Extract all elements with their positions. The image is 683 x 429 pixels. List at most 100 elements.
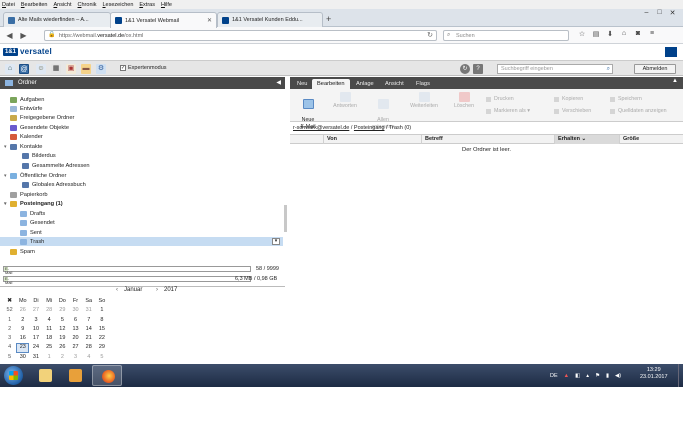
calendar-day[interactable]: 20 <box>69 334 82 343</box>
calendar-day[interactable]: 27 <box>69 343 82 352</box>
calendar-day[interactable]: 7 <box>82 316 95 325</box>
mail-search-input[interactable]: Suchbegriff eingeben ⌕ <box>497 64 613 74</box>
mail-icon[interactable]: @ <box>19 64 29 74</box>
calendar-day[interactable]: 5 <box>95 353 108 362</box>
taskbar-clock[interactable]: 13:29 23.01.2017 <box>640 367 668 381</box>
menu-datei[interactable]: Datei <box>2 2 15 8</box>
calendar-day[interactable]: 4 <box>82 353 95 362</box>
menu-chronik[interactable]: Chronik <box>78 2 97 8</box>
calendar-day[interactable]: 8 <box>95 316 108 325</box>
column-from[interactable]: Von <box>323 135 423 144</box>
taskbar-firefox[interactable] <box>92 365 122 386</box>
calendar-day[interactable]: 2 <box>16 316 29 325</box>
reply-button[interactable]: Antworten <box>330 92 360 110</box>
calendar-close-icon[interactable]: ✖ <box>3 297 16 306</box>
download-icon[interactable]: ⬇ <box>603 30 617 38</box>
folder-sent[interactable]: Sent <box>20 228 42 237</box>
calendar-day[interactable]: 29 <box>95 343 108 352</box>
column-size[interactable]: Größe <box>619 135 683 144</box>
column-received[interactable]: Erhalten ⌄ <box>554 135 619 144</box>
calendar-day[interactable]: 1 <box>43 353 56 362</box>
tray-adobe-icon[interactable]: ▲ <box>564 373 569 379</box>
calendar-day[interactable]: 4 <box>43 316 56 325</box>
tab-flags[interactable]: Flags <box>411 79 435 89</box>
calendar-day[interactable]: 16 <box>16 334 29 343</box>
calendar-day[interactable]: 21 <box>82 334 95 343</box>
collapse-ribbon-icon[interactable]: ▲ <box>672 78 678 84</box>
calendar-day[interactable]: 15 <box>95 325 108 334</box>
settings-gear-icon[interactable]: ⚙ <box>96 64 106 74</box>
address-card-icon[interactable]: ▦ <box>51 64 61 74</box>
calendar-day[interactable]: 27 <box>29 306 42 315</box>
calendar-day[interactable]: 17 <box>29 334 42 343</box>
folder-trash[interactable]: Trash ▾ <box>0 237 283 246</box>
calendar-day[interactable]: 26 <box>16 306 29 315</box>
browser-tab-3[interactable]: 1&1 Versatel Kunden Eddu... <box>217 12 323 27</box>
folder-bilderdus[interactable]: Bilderdus <box>22 151 56 160</box>
taskbar-media-player[interactable] <box>60 365 90 386</box>
tray-flag-icon[interactable]: ⚑ <box>595 373 600 379</box>
folder-icon[interactable]: ▬ <box>81 64 91 74</box>
calendar-day[interactable]: 1 <box>95 306 108 315</box>
collapse-panel-icon[interactable]: ◀ <box>276 77 281 89</box>
calendar-day[interactable]: 13 <box>69 325 82 334</box>
tray-expand-icon[interactable]: ▴ <box>586 373 589 379</box>
calendar-day[interactable]: 25 <box>43 343 56 352</box>
new-tab-icon[interactable]: + <box>326 14 331 24</box>
calendar-day[interactable]: 26 <box>56 343 69 352</box>
menu-lesezeichen[interactable]: Lesezeichen <box>102 2 133 8</box>
menu-hilfe[interactable]: Hilfe <box>161 2 172 8</box>
copy-button[interactable]: Kopieren <box>554 96 583 102</box>
browser-tab-2[interactable]: 1&1 Versatel Webmail ✕ <box>110 12 217 28</box>
folder-kalender[interactable]: Kalender <box>10 132 43 141</box>
reload-icon[interactable]: ↻ <box>427 31 433 39</box>
folder-oeffentliche-ordner[interactable]: ▾ Öffentliche Ordner <box>4 171 66 180</box>
reading-list-icon[interactable]: ▤ <box>589 30 603 38</box>
print-button[interactable]: Drucken <box>486 96 514 102</box>
logout-button[interactable]: Abmelden <box>634 64 676 74</box>
folder-drafts[interactable]: Drafts <box>20 209 45 218</box>
folder-posteingang[interactable]: ▾ Posteingang (1) <box>4 199 63 208</box>
folder-menu-dropdown-icon[interactable]: ▾ <box>272 238 280 245</box>
folder-papierkorb[interactable]: Papierkorb <box>10 190 48 199</box>
folder-freigegebene-ordner[interactable]: Freigegebene Ordner <box>10 113 74 122</box>
close-window-icon[interactable]: ✕ <box>666 9 679 17</box>
calendar-day[interactable]: 14 <box>82 325 95 334</box>
breadcrumb-account[interactable]: r-schwark@versatel.de <box>293 125 349 131</box>
panel-scrollbar[interactable] <box>284 205 287 232</box>
refresh-icon[interactable]: ↻ <box>460 64 470 74</box>
folder-entwuerfe[interactable]: Entwürfe <box>10 104 42 113</box>
calendar-day[interactable]: 12 <box>56 325 69 334</box>
expand-caret-icon[interactable]: ▾ <box>4 173 8 179</box>
folder-aufgaben[interactable]: Aufgaben <box>10 95 44 104</box>
taskbar-explorer[interactable] <box>30 365 60 386</box>
calendar-day[interactable]: 19 <box>56 334 69 343</box>
url-bar[interactable]: 🔒 https://webmail. versatel.de/ox.html ↻ <box>44 30 437 41</box>
show-source-button[interactable]: Quelldaten anzeigen <box>610 108 667 114</box>
calendar-day[interactable]: 11 <box>43 325 56 334</box>
calendar-day[interactable]: 10 <box>29 325 42 334</box>
tab-close-icon[interactable]: ✕ <box>207 17 212 24</box>
expand-caret-icon[interactable]: ▾ <box>4 201 8 207</box>
tray-app-icon[interactable]: ◧ <box>575 373 580 379</box>
calendar-day-today[interactable]: 23 <box>16 343 30 353</box>
folder-kontakte[interactable]: ▾ Kontakte <box>4 142 42 151</box>
search-icon[interactable]: ⌕ <box>607 65 610 73</box>
tab-neu[interactable]: Neu <box>292 79 312 89</box>
forward-icon[interactable]: ▶ <box>18 30 29 41</box>
start-button[interactable] <box>4 366 23 385</box>
breadcrumb-inbox[interactable]: Posteingang <box>354 125 385 131</box>
next-month-icon[interactable]: › <box>156 287 158 293</box>
calendar-day[interactable]: 3 <box>29 316 42 325</box>
menu-bearbeiten[interactable]: Bearbeiten <box>21 2 48 8</box>
menu-ansicht[interactable]: Ansicht <box>53 2 71 8</box>
calendar-day[interactable]: 3 <box>69 353 82 362</box>
bookmark-star-icon[interactable]: ☆ <box>575 30 589 38</box>
calendar-day[interactable]: 30 <box>16 353 29 362</box>
tab-bearbeiten[interactable]: Bearbeiten <box>312 79 350 89</box>
folder-gesendete-objekte[interactable]: Gesendete Objekte <box>10 123 69 132</box>
hamburger-menu-icon[interactable]: ≡ <box>645 30 659 38</box>
mark-as-button[interactable]: Markieren als ▾ <box>486 108 530 114</box>
expert-mode-toggle[interactable]: ✓ Expertenmodus <box>120 65 167 71</box>
calendar-day[interactable]: 18 <box>43 334 56 343</box>
